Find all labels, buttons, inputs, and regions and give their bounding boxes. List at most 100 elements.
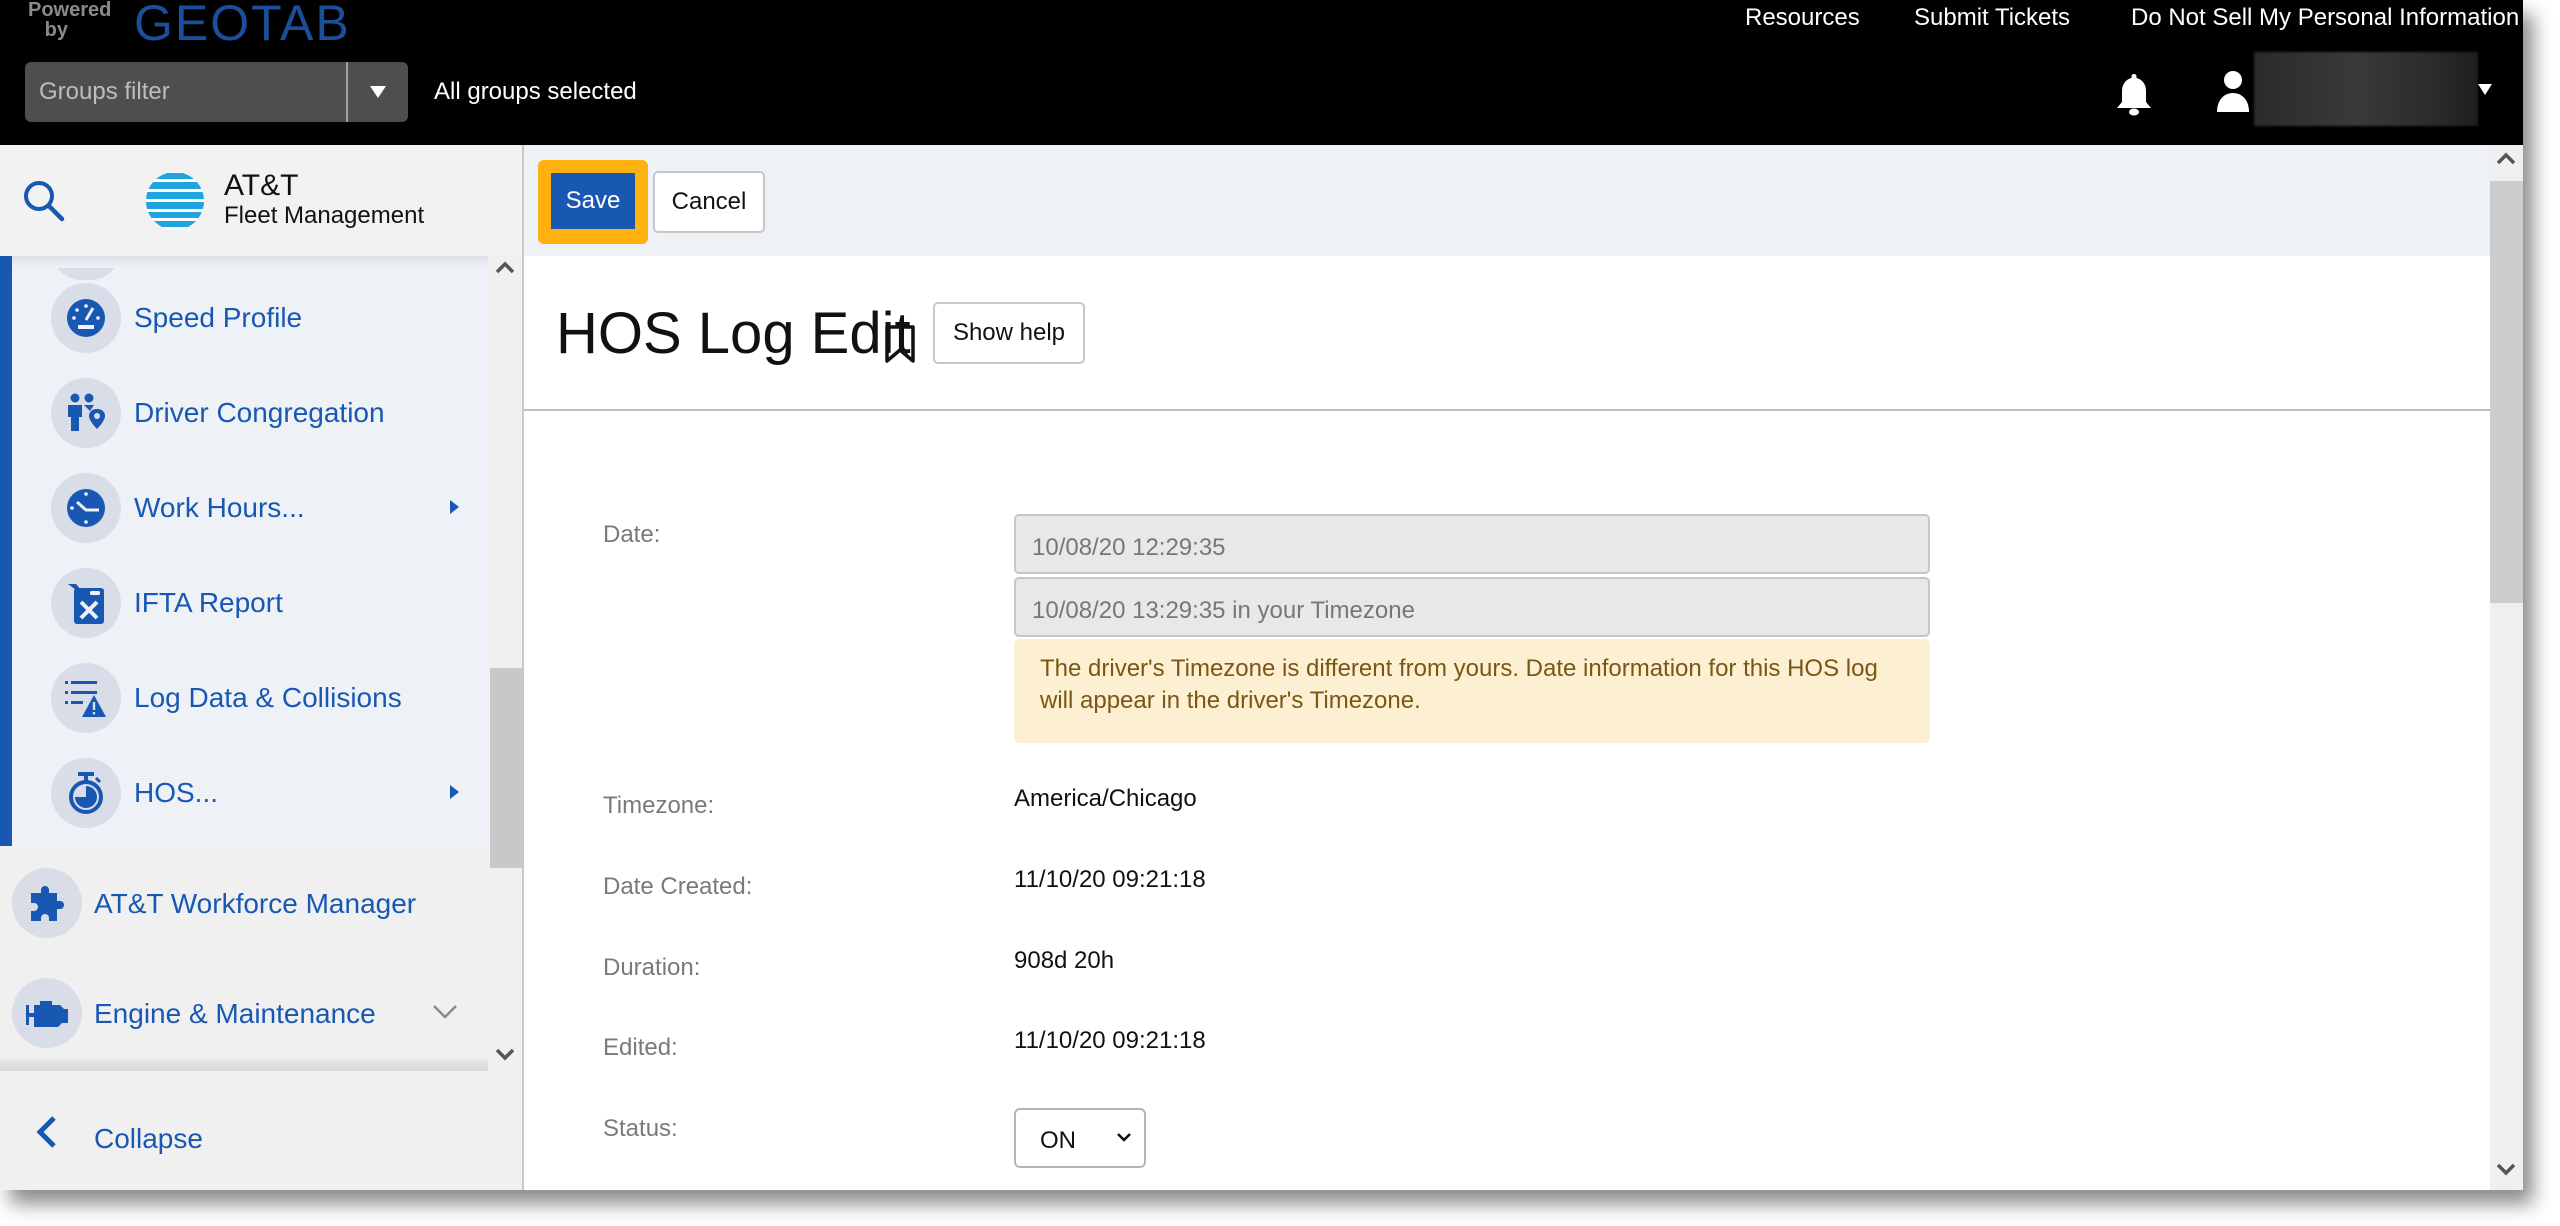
- sidebar-item-speed-profile[interactable]: Speed Profile: [12, 270, 488, 365]
- do-not-sell-link[interactable]: Do Not Sell My Personal Information: [2131, 4, 2519, 32]
- main-scrollbar[interactable]: [2490, 145, 2523, 1190]
- status-selected-value: ON: [1040, 1127, 1076, 1154]
- edited-value: 11/10/20 09:21:18: [1014, 1027, 1206, 1054]
- user-menu-button[interactable]: [2216, 70, 2250, 117]
- sidebar-item-label: HOS...: [134, 777, 219, 808]
- save-button[interactable]: Save: [551, 173, 635, 229]
- scroll-up-button[interactable]: [2496, 151, 2516, 170]
- duration-value: 908d 20h: [1014, 947, 1115, 974]
- local-date-field: 10/08/20 13:29:35 in your Timezone: [1014, 577, 1930, 637]
- sidebar-item-label: Engine & Maintenance: [94, 998, 376, 1029]
- engine-icon: [26, 1001, 68, 1027]
- sidebar-scrollbar[interactable]: [488, 256, 522, 1070]
- icon-circle: [51, 663, 121, 733]
- user-name-redacted[interactable]: [2254, 52, 2478, 126]
- icon-circle: [12, 868, 82, 938]
- icon-circle: [51, 568, 121, 638]
- chevron-down-icon: [433, 1005, 457, 1019]
- icon-circle: [12, 978, 82, 1048]
- geotab-logo[interactable]: GEOTAB: [134, 0, 351, 52]
- timezone-value: America/Chicago: [1014, 785, 1197, 812]
- main-content: Save Cancel HOS Log Edit Show help Date:…: [524, 145, 2490, 1190]
- caret-down-icon: [2478, 84, 2492, 95]
- sidebar-item-engine-maintenance[interactable]: Engine & Maintenance: [0, 958, 488, 1068]
- date-created-label: Date Created:: [603, 873, 753, 900]
- reports-submenu: Speed Profile Driver Congregation Work H…: [0, 256, 488, 846]
- resources-link[interactable]: Resources: [1745, 4, 1860, 32]
- att-globe-icon: [146, 172, 204, 230]
- sidebar-item-ifta-report[interactable]: IFTA Report: [12, 555, 488, 650]
- date-label: Date:: [603, 521, 661, 548]
- triangle-right-icon: [450, 785, 459, 799]
- page-title: HOS Log Edit: [556, 301, 911, 366]
- att-globe-logo: [145, 171, 205, 236]
- sidebar-item-workforce-manager[interactable]: AT&T Workforce Manager: [0, 848, 488, 958]
- icon-circle: [51, 758, 121, 828]
- user-icon: [2217, 71, 2249, 112]
- puzzle-icon: [31, 886, 64, 921]
- groups-filter[interactable]: Groups filter: [25, 62, 408, 122]
- submenu-arrow: [450, 500, 459, 519]
- powered-by-label: Powered by: [28, 0, 112, 41]
- duration-label: Duration:: [603, 954, 701, 981]
- chevron-down-icon: [495, 1048, 515, 1061]
- chevron-up-icon: [2496, 152, 2516, 165]
- sidebar: AT&T Fleet Management Speed Profile Driv…: [0, 145, 524, 1190]
- clock-icon: [67, 489, 105, 527]
- submit-tickets-link[interactable]: Submit Tickets: [1914, 4, 2070, 32]
- date-field: 10/08/20 12:29:35: [1014, 514, 1930, 574]
- main-scroll-thumb[interactable]: [2490, 181, 2523, 603]
- sidebar-bottom-shadow: [0, 1059, 488, 1071]
- groups-filter-dropdown-button[interactable]: [348, 62, 408, 122]
- log-warning-icon: [65, 681, 106, 717]
- sidebar-item-label: Work Hours...: [134, 492, 305, 523]
- triangle-right-icon: [450, 500, 459, 514]
- date-created-value: 11/10/20 09:21:18: [1014, 866, 1206, 893]
- submenu-arrow: [450, 785, 459, 804]
- groups-selection-status: All groups selected: [434, 78, 637, 105]
- bell-icon: [2117, 74, 2151, 116]
- timezone-warning: The driver's Timezone is different from …: [1014, 639, 1930, 743]
- sidebar-item-label: Log Data & Collisions: [134, 682, 402, 713]
- sidebar-item-work-hours[interactable]: Work Hours...: [12, 460, 488, 555]
- top-header: Powered by GEOTAB Resources Submit Ticke…: [0, 0, 2523, 145]
- submenu-top-shadow: [12, 256, 488, 268]
- sidebar-scroll-thumb[interactable]: [490, 668, 522, 868]
- user-menu-caret[interactable]: [2478, 82, 2492, 100]
- brand-bar: AT&T Fleet Management: [0, 145, 522, 256]
- sidebar-item-driver-congregation[interactable]: Driver Congregation: [12, 365, 488, 460]
- status-select[interactable]: ON: [1014, 1108, 1146, 1168]
- sidebar-item-label: AT&T Workforce Manager: [94, 888, 417, 919]
- bookmark-button[interactable]: [884, 324, 916, 369]
- icon-circle: [51, 473, 121, 543]
- sidebar-item-hos[interactable]: HOS...: [12, 745, 488, 840]
- search-button[interactable]: [22, 179, 66, 228]
- expand-chevron[interactable]: [432, 1004, 458, 1025]
- submenu-accent-bar: [0, 256, 12, 846]
- groups-filter-input[interactable]: Groups filter: [39, 78, 170, 106]
- chevron-up-icon: [495, 261, 515, 274]
- driver-congregation-icon: [68, 393, 105, 431]
- att-brand-subtitle: Fleet Management: [224, 202, 425, 229]
- bookmark-icon: [885, 325, 915, 363]
- sidebar-item-label: Driver Congregation: [134, 397, 385, 428]
- stopwatch-icon: [69, 772, 103, 814]
- chevron-down-icon: [2496, 1163, 2516, 1176]
- collapse-icon-wrap: [34, 1115, 58, 1154]
- scroll-up-button[interactable]: [495, 260, 515, 279]
- caret-down-icon: [370, 86, 386, 98]
- show-help-button[interactable]: Show help: [933, 302, 1085, 364]
- icon-circle: [51, 378, 121, 448]
- notifications-button[interactable]: [2116, 72, 2152, 121]
- chevron-down-icon: [1117, 1133, 1131, 1142]
- cancel-button[interactable]: Cancel: [653, 171, 765, 233]
- collapse-label: Collapse: [94, 1123, 203, 1154]
- sidebar-item-label: IFTA Report: [134, 587, 283, 618]
- scroll-down-button[interactable]: [495, 1048, 515, 1067]
- collapse-sidebar-button[interactable]: Collapse: [0, 1085, 488, 1185]
- edited-label: Edited:: [603, 1034, 678, 1061]
- app-window: Powered by GEOTAB Resources Submit Ticke…: [0, 0, 2523, 1190]
- sidebar-item-log-data-collisions[interactable]: Log Data & Collisions: [12, 650, 488, 745]
- fuel-can-icon: [68, 584, 104, 624]
- scroll-down-button[interactable]: [2496, 1163, 2516, 1182]
